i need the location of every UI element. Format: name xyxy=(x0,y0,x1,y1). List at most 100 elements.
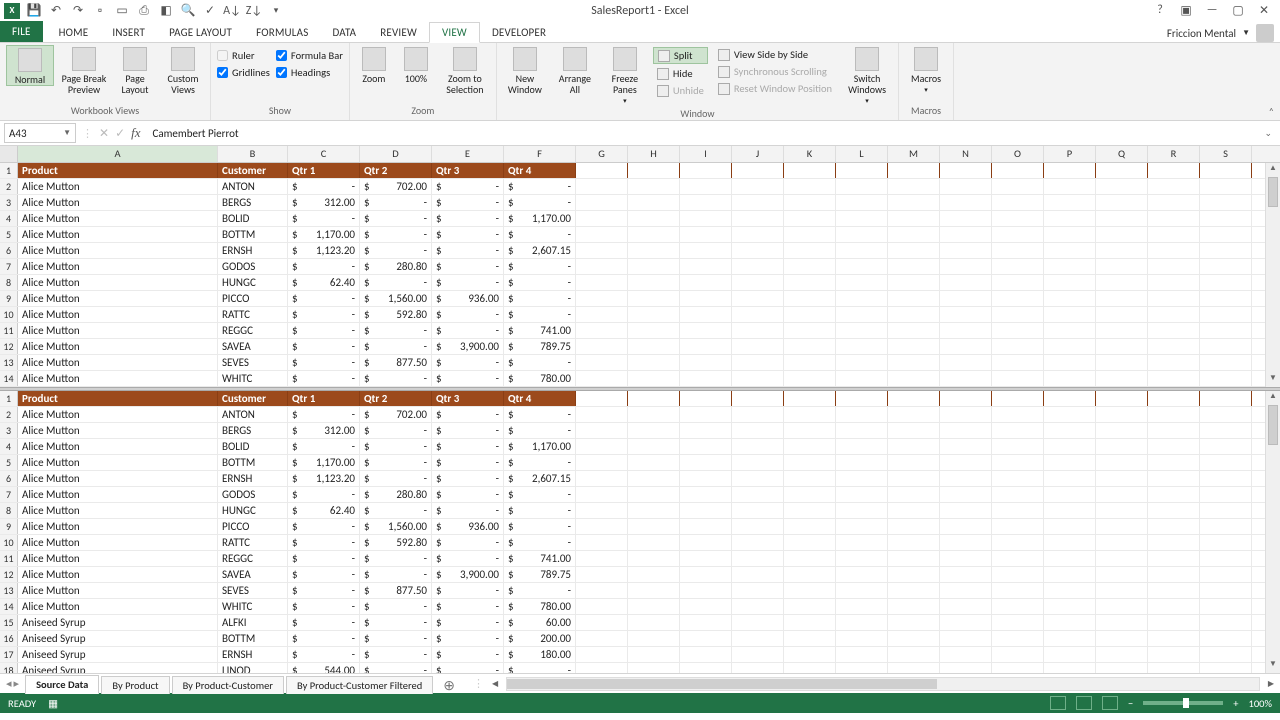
horizontal-scrollbar[interactable] xyxy=(506,677,1260,691)
column-header-S[interactable]: S xyxy=(1200,146,1252,162)
row-header[interactable]: 14 xyxy=(0,371,18,386)
row-header[interactable]: 7 xyxy=(0,487,18,502)
table-row[interactable]: 17Aniseed SyrupERNSH$-$-$-$180.00 xyxy=(0,647,1280,663)
column-header-A[interactable]: A xyxy=(18,146,218,162)
row-header[interactable]: 3 xyxy=(0,423,18,438)
zoom-in-icon[interactable]: + xyxy=(1233,697,1238,710)
table-row[interactable]: 2Alice MuttonANTON$-$702.00$-$- xyxy=(0,179,1280,195)
row-header[interactable]: 7 xyxy=(0,259,18,274)
new-icon[interactable]: ▫ xyxy=(92,3,108,19)
table-row[interactable]: 10Alice MuttonRATTC$-$592.80$-$- xyxy=(0,535,1280,551)
row-header[interactable]: 10 xyxy=(0,307,18,322)
table-row[interactable]: 15Aniseed SyrupALFKI$-$-$-$60.00 xyxy=(0,615,1280,631)
scroll-up-icon[interactable]: ▲ xyxy=(1266,391,1280,405)
row-header[interactable]: 5 xyxy=(0,455,18,470)
column-header-F[interactable]: F xyxy=(504,146,576,162)
row-header[interactable]: 6 xyxy=(0,243,18,258)
column-header-L[interactable]: L xyxy=(836,146,888,162)
qat-more-icon[interactable]: ▾ xyxy=(268,3,284,19)
tab-page-layout[interactable]: PAGE LAYOUT xyxy=(157,23,244,42)
enter-icon[interactable]: ✓ xyxy=(115,126,125,141)
row-header[interactable]: 2 xyxy=(0,179,18,194)
maximize-icon[interactable]: ▢ xyxy=(1230,3,1246,18)
table-row[interactable]: 8Alice MuttonHUNGC$62.40$-$-$- xyxy=(0,275,1280,291)
table-row[interactable]: 13Alice MuttonSEVES$-$877.50$-$- xyxy=(0,355,1280,371)
row-header[interactable]: 11 xyxy=(0,551,18,566)
table-row[interactable]: 5Alice MuttonBOTTM$1,170.00$-$-$- xyxy=(0,227,1280,243)
page-break-view-icon[interactable] xyxy=(1102,696,1118,710)
table-row[interactable]: 14Alice MuttonWHITC$-$-$-$780.00 xyxy=(0,599,1280,615)
spell-icon[interactable]: ✓ xyxy=(202,3,218,19)
zoom-button[interactable]: Zoom xyxy=(356,45,392,84)
column-header-E[interactable]: E xyxy=(432,146,504,162)
save-icon[interactable]: 💾 xyxy=(26,3,42,19)
formula-bar-checkbox[interactable]: Formula Bar xyxy=(276,49,343,62)
minimize-icon[interactable]: — xyxy=(1204,3,1220,18)
help-icon[interactable]: ? xyxy=(1152,3,1168,18)
table-row[interactable]: 9Alice MuttonPICCO$-$1,560.00$936.00$- xyxy=(0,519,1280,535)
hscroll-left-icon[interactable]: ◀ xyxy=(492,679,498,689)
row-header[interactable]: 13 xyxy=(0,355,18,370)
row-header[interactable]: 8 xyxy=(0,503,18,518)
normal-button[interactable]: Normal xyxy=(6,45,54,86)
sort-asc-icon[interactable]: A↓ xyxy=(224,3,240,19)
macros-button[interactable]: Macros▾ xyxy=(905,45,947,94)
headings-checkbox[interactable]: Headings xyxy=(276,66,343,79)
table-row[interactable]: 9Alice MuttonPICCO$-$1,560.00$936.00$- xyxy=(0,291,1280,307)
column-header-N[interactable]: N xyxy=(940,146,992,162)
tab-review[interactable]: REVIEW xyxy=(368,23,429,42)
column-header-O[interactable]: O xyxy=(992,146,1044,162)
table-row[interactable]: 4Alice MuttonBOLID$-$-$-$1,170.00 xyxy=(0,439,1280,455)
macro-record-icon[interactable]: ▦ xyxy=(48,697,58,710)
ruler-checkbox[interactable]: Ruler xyxy=(217,49,270,62)
column-header-J[interactable]: J xyxy=(732,146,784,162)
zoom-to-selection-button[interactable]: Zoom to Selection xyxy=(440,45,490,95)
table-row[interactable]: 3Alice MuttonBERGS$312.00$-$-$- xyxy=(0,195,1280,211)
column-header-Q[interactable]: Q xyxy=(1096,146,1148,162)
tab-formulas[interactable]: FORMULAS xyxy=(244,23,320,42)
normal-view-icon[interactable] xyxy=(1050,696,1066,710)
zoom-slider[interactable] xyxy=(1143,701,1223,705)
collapse-ribbon-icon[interactable]: ˄ xyxy=(1269,105,1274,118)
row-header[interactable]: 17 xyxy=(0,647,18,662)
freeze-panes-button[interactable]: Freeze Panes▾ xyxy=(603,45,647,105)
sheet-tab-source-data[interactable]: Source Data xyxy=(25,675,99,694)
expand-formula-icon[interactable]: ⌄ xyxy=(1264,128,1276,139)
column-header-R[interactable]: R xyxy=(1148,146,1200,162)
table-row[interactable]: 11Alice MuttonREGGC$-$-$-$741.00 xyxy=(0,323,1280,339)
cancel-icon[interactable]: ✕ xyxy=(99,126,109,141)
page-break-preview-button[interactable]: Page Break Preview xyxy=(60,45,108,95)
row-header[interactable]: 4 xyxy=(0,211,18,226)
select-all-button[interactable] xyxy=(0,146,18,162)
zoom-level[interactable]: 100% xyxy=(1249,697,1272,710)
scroll-thumb[interactable] xyxy=(1268,177,1278,207)
table-row[interactable]: 11Alice MuttonREGGC$-$-$-$741.00 xyxy=(0,551,1280,567)
column-header-M[interactable]: M xyxy=(888,146,940,162)
open-icon[interactable]: ▭ xyxy=(114,3,130,19)
scroll-up-icon[interactable]: ▲ xyxy=(1266,163,1280,177)
table-row[interactable]: 7Alice MuttonGODOS$-$280.80$-$- xyxy=(0,259,1280,275)
scroll-thumb[interactable] xyxy=(507,679,937,689)
split-button[interactable]: Split xyxy=(653,47,708,64)
new-window-button[interactable]: New Window xyxy=(503,45,547,95)
row-header[interactable]: 12 xyxy=(0,567,18,582)
table-row[interactable]: 14Alice MuttonWHITC$-$-$-$780.00 xyxy=(0,371,1280,387)
preview-icon[interactable]: 🔍 xyxy=(180,3,196,19)
table-row[interactable]: 6Alice MuttonERNSH$1,123.20$-$-$2,607.15 xyxy=(0,243,1280,259)
formula-input[interactable]: Camembert Pierrot xyxy=(147,125,1259,142)
user-account[interactable]: Friccion Mental ▼ xyxy=(1167,24,1280,42)
table-row[interactable]: 6Alice MuttonERNSH$1,123.20$-$-$2,607.15 xyxy=(0,471,1280,487)
row-header[interactable]: 1 xyxy=(0,163,18,178)
sheet-tab-by-product[interactable]: By Product xyxy=(101,676,169,694)
tab-insert[interactable]: INSERT xyxy=(100,23,157,42)
page-layout-view-icon[interactable] xyxy=(1076,696,1092,710)
gridlines-checkbox[interactable]: Gridlines xyxy=(217,66,270,79)
row-header[interactable]: 10 xyxy=(0,535,18,550)
nav-next-icon[interactable]: ▸ xyxy=(14,677,20,690)
row-header[interactable]: 16 xyxy=(0,631,18,646)
row-header[interactable]: 18 xyxy=(0,663,18,673)
table-row[interactable]: 13Alice MuttonSEVES$-$877.50$-$- xyxy=(0,583,1280,599)
table-row[interactable]: 5Alice MuttonBOTTM$1,170.00$-$-$- xyxy=(0,455,1280,471)
add-sheet-button[interactable]: ⊕ xyxy=(435,677,463,694)
row-header[interactable]: 5 xyxy=(0,227,18,242)
